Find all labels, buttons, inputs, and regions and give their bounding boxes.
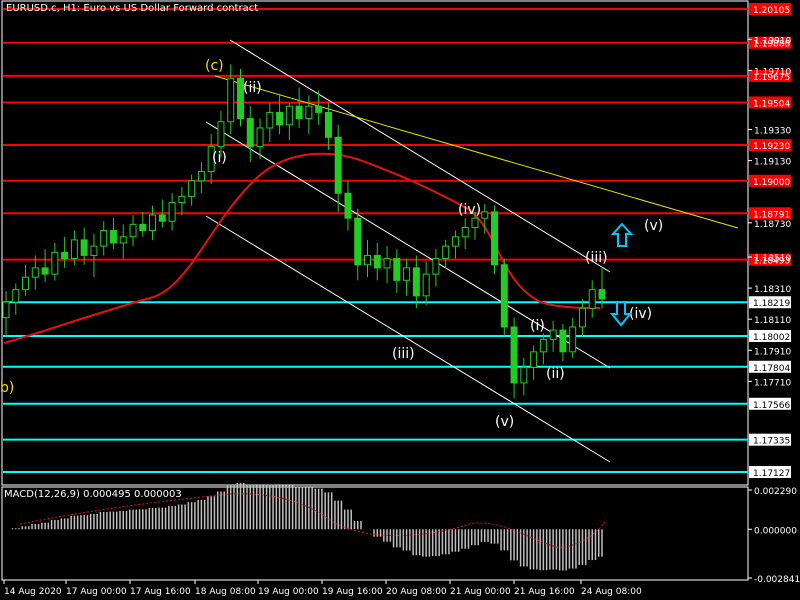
wave-label-iv-right: (iv) (629, 306, 652, 322)
wave-label-i-top: (i) (212, 150, 227, 166)
candle[interactable] (500, 258, 508, 337)
time-tick-label: 19 Aug 16:00 (322, 587, 383, 597)
support-price-label: 1.17127 (753, 469, 790, 479)
price-tick-label: 1.17910 (754, 347, 791, 357)
support-price-label: 1.18002 (753, 333, 790, 343)
macd-title: MACD(12,26,9) 0.000495 0.000003 (4, 489, 182, 500)
time-tick-label: 19 Aug 00:00 (258, 587, 319, 597)
price-tick-label: 1.19710 (754, 67, 791, 77)
wave-label-ii-top: (ii) (243, 80, 262, 96)
wave-label-iii: (iii) (392, 346, 415, 362)
time-tick-label: 21 Aug 00:00 (450, 587, 511, 597)
chart-window[interactable]: 1.201051.198881.196751.195041.192301.190… (0, 0, 800, 600)
price-tick-label: 1.18110 (754, 316, 791, 326)
support-price-label: 1.17335 (753, 437, 790, 447)
price-tick-label: 1.19910 (754, 36, 791, 46)
resistance-price-label: 1.19504 (753, 99, 790, 109)
price-tick-label: 1.18510 (754, 254, 791, 264)
wave-label-b: b) (0, 380, 14, 396)
wave-label-c: (c) (205, 58, 224, 74)
macd-tick-label: 0.002290 (754, 487, 797, 497)
price-tick-label: 1.19330 (754, 126, 791, 136)
time-tick-label: 20 Aug 08:00 (386, 587, 447, 597)
support-price-label: 1.17566 (753, 401, 790, 411)
wave-label-v-right: (v) (644, 218, 663, 234)
wave-label-iv: (iv) (458, 202, 481, 218)
time-axis: 14 Aug 2020 17 Aug 00:00 17 Aug 16:00 18 Au… (3, 580, 642, 597)
time-tick-label: 17 Aug 00:00 (66, 587, 127, 597)
time-tick-label: 24 Aug 08:00 (581, 587, 642, 597)
wave-label-ii-low: (ii) (546, 366, 565, 382)
wave-label-v: (v) (495, 414, 514, 430)
wave-label-iii-right: (iii) (585, 250, 608, 266)
price-tick-label: 1.18310 (754, 285, 791, 295)
wave-label-i-low: (i) (530, 318, 545, 334)
macd-tick-label: 0.000000 (754, 526, 797, 536)
resistance-price-label: 1.20105 (753, 6, 790, 16)
price-axis: 1.201051.198881.196751.195041.192301.190… (748, 2, 791, 479)
macd-tick-label: -0.002841 (754, 575, 800, 585)
support-price-label: 1.17804 (753, 364, 790, 374)
chart-title: EURUSD.c, H1: Euro vs US Dollar Forward … (6, 3, 259, 14)
time-tick-label: 18 Aug 08:00 (195, 587, 256, 597)
time-tick-label: 21 Aug 16:00 (514, 587, 575, 597)
candle[interactable] (491, 205, 499, 275)
macd-pane-frame (1, 486, 749, 581)
time-tick-label: 17 Aug 16:00 (130, 587, 191, 597)
resistance-price-label: 1.19000 (753, 178, 790, 188)
support-price-label: 1.18219 (753, 299, 790, 309)
resistance-price-label: 1.19230 (753, 142, 790, 152)
time-tick-label: 14 Aug 2020 (4, 587, 62, 597)
macd-axis: 0.002290 0.000000 -0.002841 (748, 487, 800, 585)
price-tick-label: 1.19130 (754, 158, 791, 168)
price-tick-label: 1.17710 (754, 378, 791, 388)
price-tick-label: 1.18730 (754, 220, 791, 230)
